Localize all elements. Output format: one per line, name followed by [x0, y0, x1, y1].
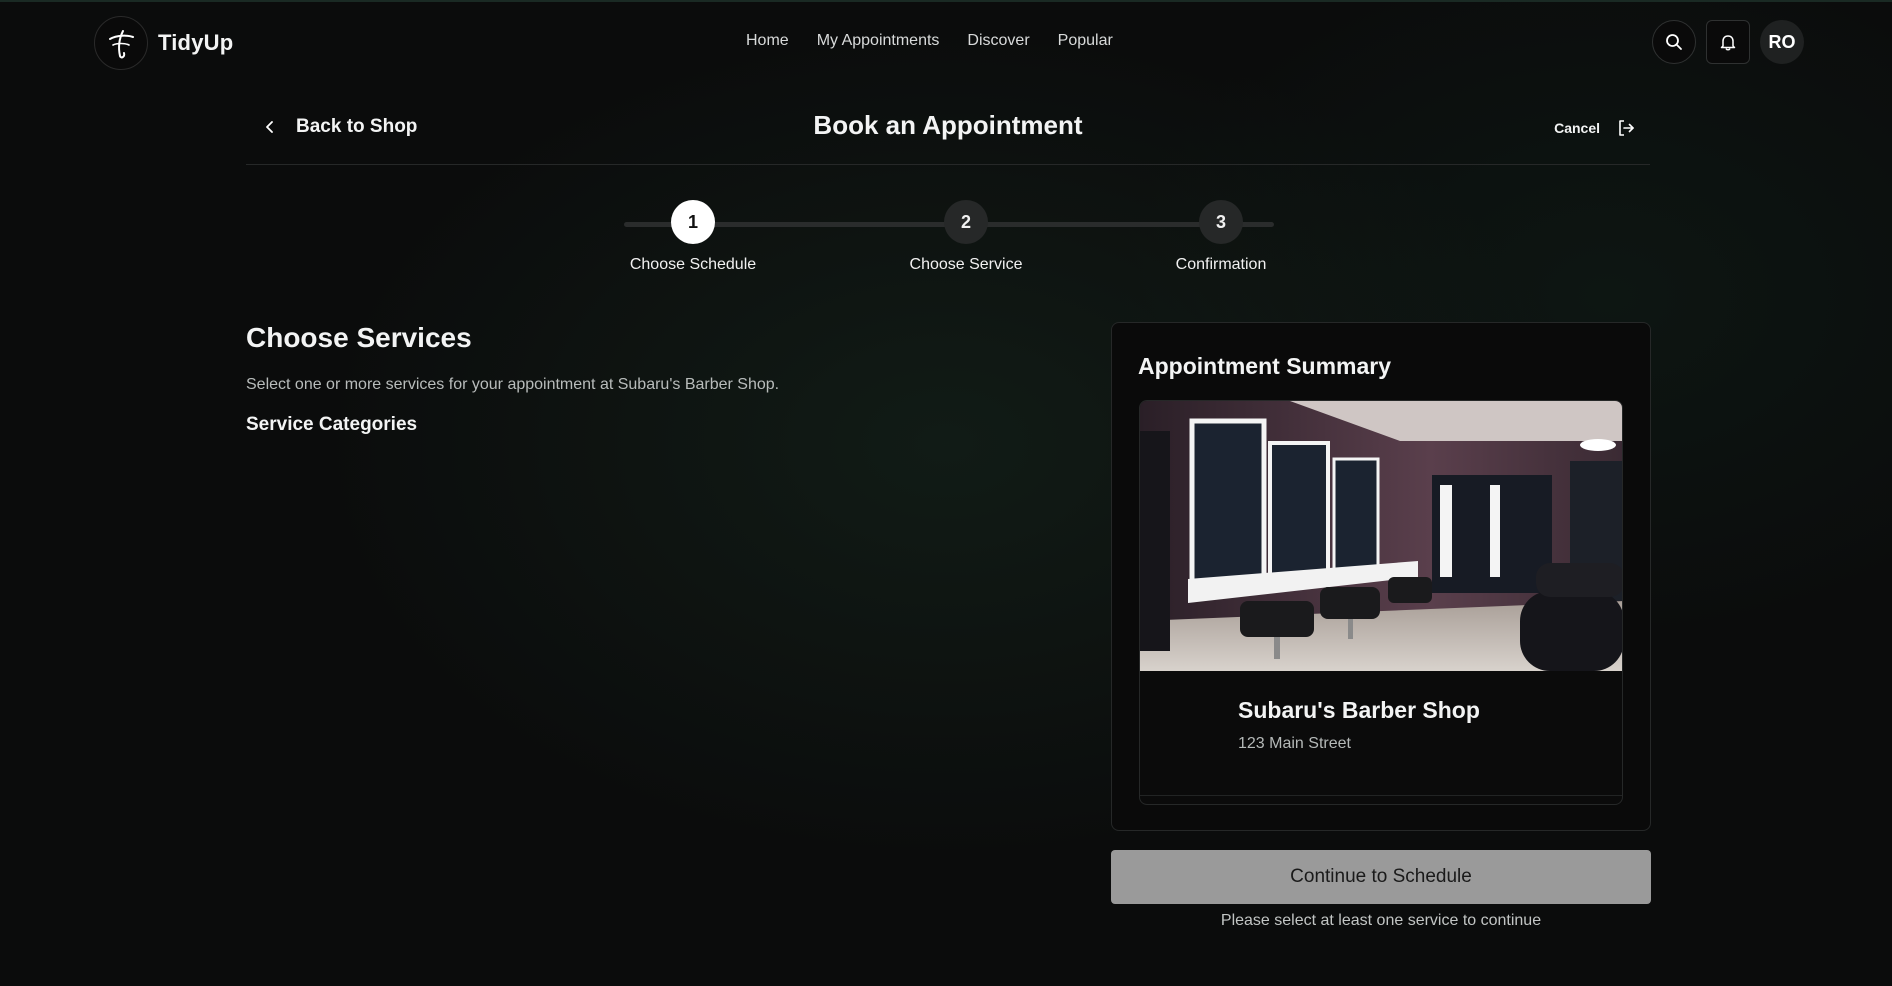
cancel-button[interactable]: Cancel [1554, 118, 1636, 138]
step-number: 3 [1199, 200, 1243, 244]
step-label: Choose Service [909, 256, 1023, 273]
step-label: Confirmation [1175, 256, 1267, 273]
nav-item-home[interactable]: Home [746, 32, 789, 50]
card-divider [1140, 795, 1622, 796]
booking-header: Book an Appointment Back to Shop Cancel [246, 98, 1650, 165]
service-categories-title: Service Categories [246, 414, 418, 435]
services-title: Choose Services [246, 322, 472, 353]
main-nav: Home My Appointments Discover Popular [746, 32, 1113, 50]
search-icon [1666, 34, 1682, 50]
shop-address: 123 Main Street [1238, 735, 1351, 752]
bell-icon [1720, 35, 1736, 51]
step-choose-schedule[interactable]: 1 Choose Schedule [613, 200, 773, 274]
search-button[interactable] [1652, 20, 1696, 64]
notifications-button[interactable] [1706, 20, 1750, 64]
step-choose-service[interactable]: 2 Choose Service [886, 200, 1046, 274]
back-to-shop-link[interactable]: Back to Shop [264, 116, 417, 138]
top-navigation-bar: TidyUp Home My Appointments Discover Pop… [0, 0, 1892, 82]
continue-to-schedule-button[interactable]: Continue to Schedule [1111, 850, 1651, 904]
shop-photo [1140, 401, 1622, 671]
step-label: Choose Schedule [629, 256, 757, 273]
booking-stepper: 1 Choose Schedule 2 Choose Service 3 Con… [624, 198, 1274, 278]
services-description: Select one or more services for your app… [246, 376, 780, 393]
appointment-summary-card: Appointment Summary Subaru's Barber Shop… [1111, 322, 1651, 831]
cancel-label: Cancel [1554, 120, 1600, 136]
shop-name: Subaru's Barber Shop [1238, 697, 1480, 723]
exit-icon [1619, 120, 1634, 136]
nav-item-my-appointments[interactable]: My Appointments [817, 32, 940, 50]
nav-item-popular[interactable]: Popular [1058, 32, 1113, 50]
continue-hint: Please select at least one service to co… [1220, 912, 1542, 929]
page-title: Book an Appointment [813, 110, 1083, 140]
back-to-shop-label: Back to Shop [296, 116, 418, 137]
nav-item-discover[interactable]: Discover [967, 32, 1029, 50]
tidyup-logo-icon [94, 16, 148, 70]
step-number: 1 [671, 200, 715, 244]
shop-card: Subaru's Barber Shop 123 Main Street [1139, 400, 1623, 805]
user-avatar[interactable]: RO [1760, 20, 1804, 64]
step-confirmation[interactable]: 3 Confirmation [1141, 200, 1301, 274]
services-section: Choose Services Select one or more servi… [246, 322, 1046, 436]
step-number: 2 [944, 200, 988, 244]
summary-title: Appointment Summary [1138, 353, 1392, 379]
top-actions: RO [1652, 20, 1804, 64]
chevron-left-icon [266, 121, 273, 133]
brand-name: TidyUp [158, 30, 234, 55]
brand-logo[interactable]: TidyUp [94, 16, 233, 70]
